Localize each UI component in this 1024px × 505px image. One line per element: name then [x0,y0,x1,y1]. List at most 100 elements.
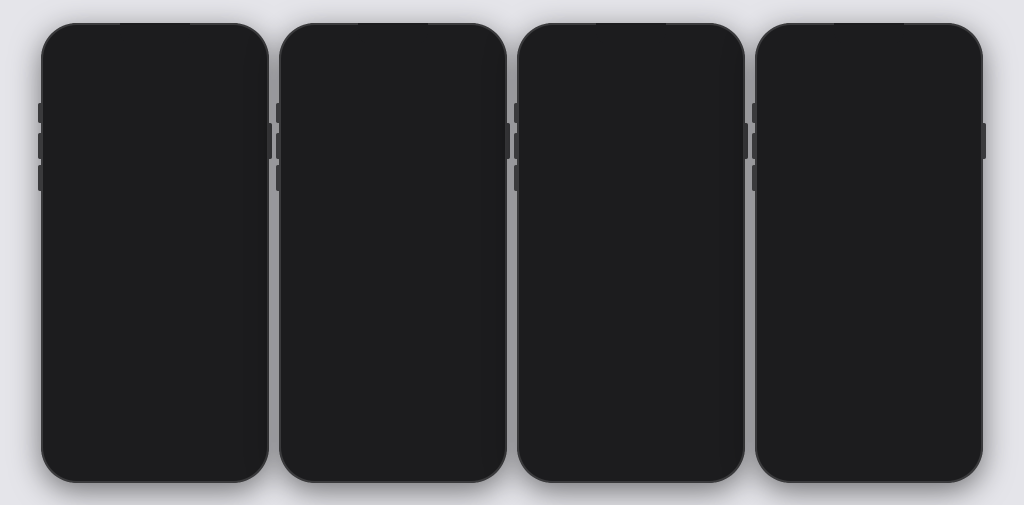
media-icon: 🎵 [296,457,318,462]
time-3: 2:20 [538,42,558,53]
phone-1-screen: 2:20 ●●● ▲ ▐ Settings 🔒 Face ID & Passco… [48,35,262,471]
chevron-icon: › [248,223,252,235]
cancel-button[interactable]: Cancel [782,363,956,393]
chevron-icon: › [248,326,252,338]
emergency-sos-label: Emergency SOS [88,122,248,134]
list-item-camera-priv[interactable]: 📷 Camera › [286,353,500,386]
locsvc-toggle-3[interactable] [700,86,728,102]
settings-nav-title: Settings [58,59,252,73]
workout-label-3: Apple Watch Workout [564,376,671,388]
locsvc-nav-title-3: Location Services [572,59,688,73]
privacy-list[interactable]: ✈ Location Services On › 👤 Contacts › 📅 … [286,78,500,462]
status-icons-2: ●●● ▲ ▐ [448,43,486,53]
share-location-header: Share My Location This iPhone is being u… [524,192,738,228]
calendar-3-icon: 📅 [534,404,556,426]
phone-4: 2:20 ●●● ▲ ▐ ‹ Privacy Location Services [755,23,983,483]
camera-3-icon: 📷 [534,437,556,459]
list-item-face-id[interactable]: 🔒 Face ID & Passcode › [48,78,262,112]
privacy-label: Privacy [93,189,243,201]
time-2: 2:20 [300,42,320,53]
status-bar-2: 2:20 ●●● ▲ ▐ [286,35,500,57]
list-item-calendar[interactable]: 📅 Calendar › [48,382,262,415]
volume-up-btn-4 [752,133,755,159]
app-item-calendar-3[interactable]: 📅 Calendar While Using › [524,399,738,432]
appstore-value-3: While Using [671,275,724,286]
passwords-label: Passwords & Accounts [88,293,248,305]
health-label: Health [326,396,486,408]
chevron-icon: › [248,256,252,268]
chevron-3c: › [724,308,728,320]
list-item-emergency-sos[interactable]: SOS Emergency SOS › [48,112,262,145]
list-item-notes[interactable]: 📝 Notes › [48,415,262,448]
chevron-icon: › [248,122,252,134]
list-item-privacy[interactable]: 🤚 Privacy › [51,178,259,213]
list-item-passwords[interactable]: 🔑 Passwords & Accounts › [48,283,262,316]
list-item-bluetooth[interactable]: B Bluetooth Sharing › [286,254,500,287]
photos-icon: 📷 [296,226,318,248]
passwords-icon: 🔑 [58,288,80,310]
list-item-health[interactable]: ❤ Health › [286,386,500,419]
battery-label: Battery [88,155,248,167]
list-item-reminders[interactable]: 🔔 Reminders › [48,448,262,462]
list-item-contacts-priv[interactable]: 👤 Contacts › [286,122,500,155]
signal-icon-3: ●●● [686,43,702,53]
chevron-icon: › [486,363,490,375]
volume-up-btn-3 [514,133,517,159]
chevron-icon: › [486,429,490,441]
settings-list-1[interactable]: 🔒 Face ID & Passcode › SOS Emergency SOS… [48,78,262,462]
list-item-mail[interactable]: ✉ Mail › [48,316,262,349]
chevron-3e: › [724,376,728,388]
phone-3-screen: 2:20 ●●● ▲ ▐ ‹ Privacy Location Services [524,35,738,471]
list-item-media[interactable]: 🎵 Media & Apple Music › [286,452,500,462]
nav-bar-2: ‹ Settings Privacy [286,57,500,78]
app-item-workout-3[interactable]: 🏃 Apple Watch Workout While Using › [524,366,738,399]
watchfaces-value-3: While Using [671,342,724,353]
locsvc-list-3[interactable]: Location Services Location Services uses… [524,78,738,462]
list-item-battery[interactable]: 🔋 Battery › [48,145,262,178]
list-item-speech[interactable]: 💬 Speech Recognition › [286,320,500,353]
list-item-wallet[interactable]: 💳 Wallet & Apple Pay › [48,246,262,279]
locsvc-desc-3: Location Services uses GPS, Bluetooth, a… [524,110,738,162]
chevron-icon: › [243,189,247,201]
chevron-icon: › [478,94,482,106]
app-item-american-3[interactable]: ✈ American While Using › [524,232,738,265]
notes-label: Notes [88,425,248,437]
list-item-calendars[interactable]: 📅 Calendars › [286,155,500,188]
volume-down-btn-2 [276,165,279,191]
locsvc-toggle-label-3: Location Services [534,88,700,100]
app-item-applestore-3[interactable]: 🍎 Apple Store While Using › [524,298,738,331]
applestore-icon-3: 🍎 [534,303,556,325]
chevron-3b: › [724,275,728,287]
homekit-label: HomeKit [326,429,486,441]
mute-switch [38,103,41,123]
back-btn-2[interactable]: ‹ Settings [296,59,337,73]
reminders-label: Reminders [88,458,248,462]
location-services-item[interactable]: ✈ Location Services On › [292,82,494,118]
app-item-watchfaces-3[interactable]: ⌚ Apple Watch Faces Using While Using › [524,331,738,366]
privacy-nav-title: Privacy [337,59,450,73]
power-btn [269,123,272,159]
app-item-camera-3[interactable]: 📷 Camera While Using › [524,432,738,462]
signal-icon-2: ●●● [448,43,464,53]
back-btn-3[interactable]: ‹ Privacy [534,59,572,73]
nav-bar-1: Settings [48,57,262,78]
list-item-contacts[interactable]: 👤 Contacts › [48,349,262,382]
turn-off-button[interactable]: Turn Off [782,323,956,357]
list-item-microphone[interactable]: 🎙 Microphone › [286,287,500,320]
list-item-photos[interactable]: 📷 Photos › [286,221,500,254]
battery-icon-2: ▐ [480,43,486,53]
american-value-3: While Using [671,242,724,253]
list-item-homekit[interactable]: 🏠 HomeKit › [286,419,500,452]
location-services-label: Location Services [334,94,465,106]
locsvc-toggle-row-3[interactable]: Location Services [524,78,738,110]
phones-container: 2:20 ●●● ▲ ▐ Settings 🔒 Face ID & Passco… [31,13,993,493]
camera-priv-icon: 📷 [296,358,318,380]
list-item-reminders-priv[interactable]: 🔔 Reminders › [286,188,500,221]
mute-switch-2 [276,103,279,123]
american-label-3: American [564,242,671,254]
list-item-itunes[interactable]: A iTunes & App Store › [48,213,262,246]
contacts-icon: 👤 [58,354,80,376]
status-icons-3: ●●● ▲ ▐ [686,43,724,53]
app-item-appstore-3[interactable]: A App Store While Using › [524,265,738,298]
chevron-icon: › [486,198,490,210]
